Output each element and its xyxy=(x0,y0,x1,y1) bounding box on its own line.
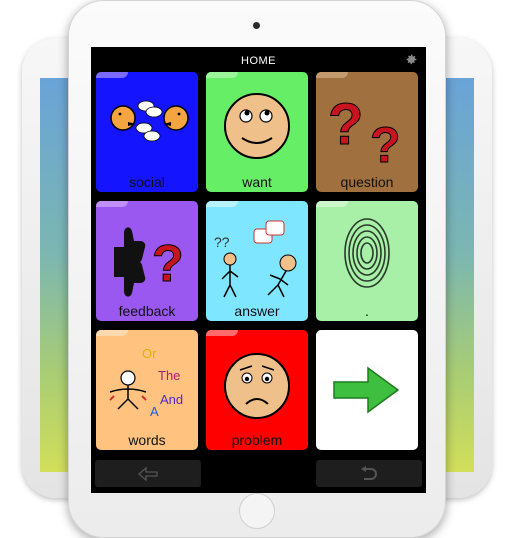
tile-period[interactable]: . xyxy=(316,201,418,321)
tile-want[interactable]: want xyxy=(206,72,308,192)
tile-label: words xyxy=(128,432,166,448)
tile-question[interactable]: ? ? question xyxy=(316,72,418,192)
folder-tab xyxy=(206,72,238,78)
arrow-right-icon xyxy=(333,366,400,414)
tile-label: want xyxy=(242,174,272,190)
word-the: The xyxy=(158,368,180,383)
bottom-bar xyxy=(95,460,422,487)
tile-feedback[interactable]: ? feedback xyxy=(96,201,198,321)
tile-label: . xyxy=(365,303,369,319)
undo-icon xyxy=(361,466,377,480)
tile-label: question xyxy=(340,174,394,190)
word-a: A xyxy=(150,404,159,419)
folder-tab xyxy=(316,201,348,207)
folder-tab xyxy=(96,330,128,336)
page-title: HOME xyxy=(241,55,276,67)
stage: HOME social want ? ? question ? feedback… xyxy=(0,0,514,538)
word-or: Or xyxy=(142,346,157,361)
svg-text:?: ? xyxy=(328,92,363,157)
tile-next[interactable] xyxy=(316,330,418,450)
tile-words[interactable]: Or The And A words xyxy=(96,330,198,450)
folder-tab xyxy=(96,201,128,207)
top-bar: HOME xyxy=(91,47,426,71)
back-button[interactable] xyxy=(95,460,201,487)
svg-text:?: ? xyxy=(370,117,401,173)
tile-label: social xyxy=(129,174,165,190)
back-arrow-icon xyxy=(138,466,158,482)
home-hardware-button[interactable] xyxy=(239,493,275,529)
svg-text:?: ? xyxy=(152,235,184,293)
folder-tab xyxy=(96,72,128,78)
svg-text:??: ?? xyxy=(214,234,230,250)
tile-grid: social want ? ? question ? feedback ?? a… xyxy=(96,72,422,456)
tile-label: problem xyxy=(231,432,283,448)
app-screen: HOME social want ? ? question ? feedback… xyxy=(91,47,426,493)
tablet-device: HOME social want ? ? question ? feedback… xyxy=(68,0,446,538)
camera-dot xyxy=(253,22,260,29)
tile-label: feedback xyxy=(118,303,176,319)
folder-tab xyxy=(206,330,238,336)
gear-icon[interactable] xyxy=(405,53,418,66)
word-and: And xyxy=(160,392,183,407)
tile-label: answer xyxy=(234,303,280,319)
folder-tab xyxy=(206,201,238,207)
tile-answer[interactable]: ?? answer xyxy=(206,201,308,321)
folder-tab xyxy=(316,72,348,78)
tile-problem[interactable]: problem xyxy=(206,330,308,450)
undo-button[interactable] xyxy=(316,460,422,487)
tile-social[interactable]: social xyxy=(96,72,198,192)
